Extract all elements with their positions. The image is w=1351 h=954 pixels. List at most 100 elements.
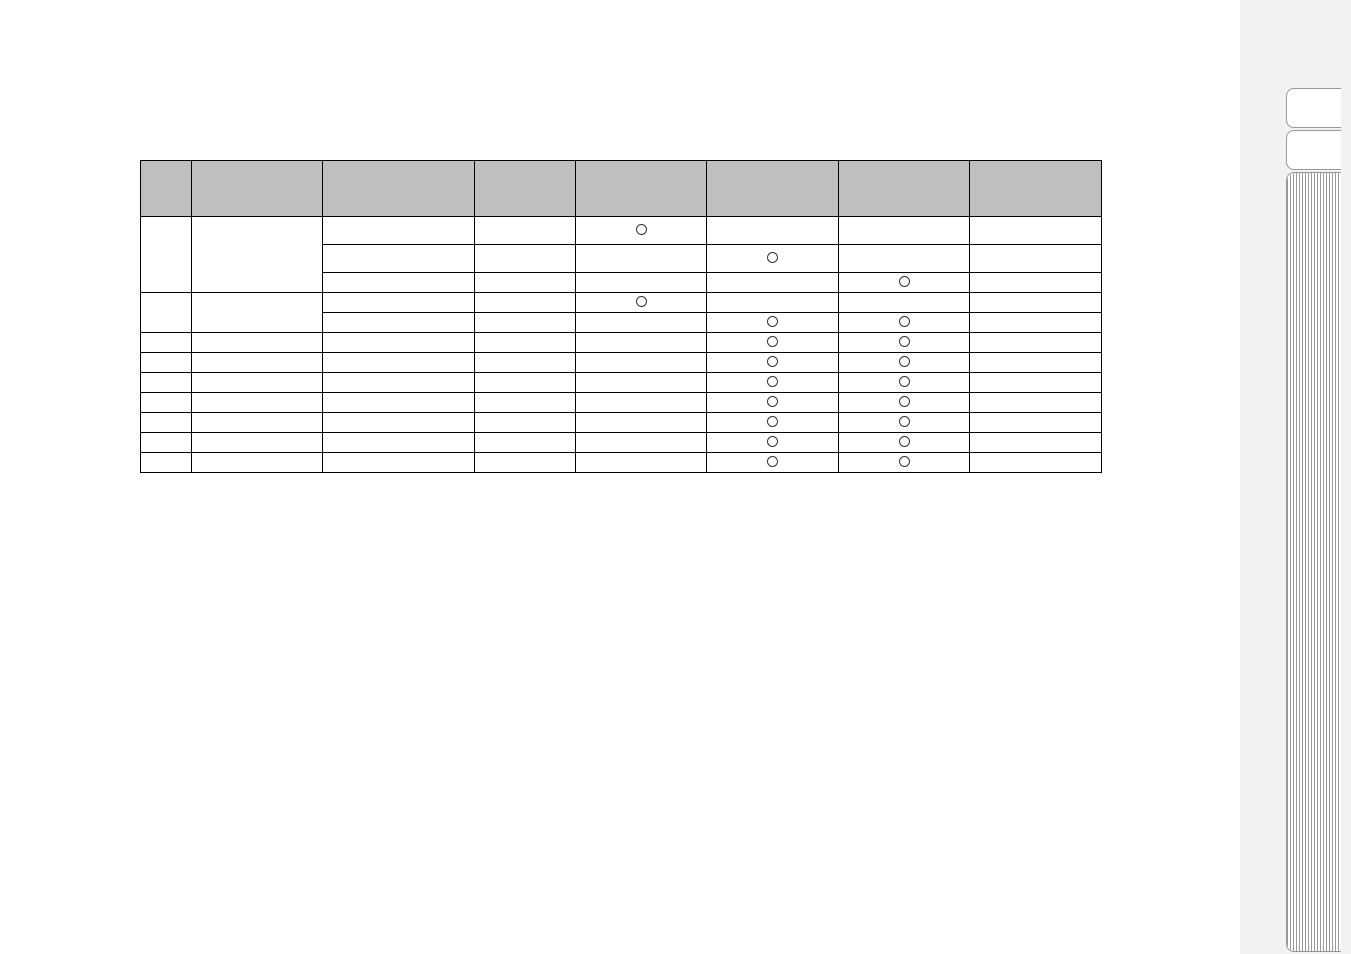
circle-icon <box>899 376 910 387</box>
cell <box>474 413 575 433</box>
cell <box>838 333 970 353</box>
cell <box>191 393 323 413</box>
cell <box>575 313 707 333</box>
cell <box>141 333 192 353</box>
cell <box>141 293 192 333</box>
cell <box>141 373 192 393</box>
cell <box>575 293 707 313</box>
table-row <box>141 353 1102 373</box>
cell <box>838 273 970 293</box>
table-row <box>141 373 1102 393</box>
cell <box>474 393 575 413</box>
col-header-1 <box>191 161 323 217</box>
cell <box>474 333 575 353</box>
cell <box>838 353 970 373</box>
circle-icon <box>767 416 778 427</box>
cell <box>838 393 970 413</box>
col-header-0 <box>141 161 192 217</box>
col-header-4 <box>575 161 707 217</box>
side-tab-0[interactable] <box>1286 88 1341 128</box>
cell <box>970 333 1102 353</box>
cell <box>191 293 323 333</box>
circle-icon <box>767 436 778 447</box>
cell <box>191 453 323 473</box>
cell <box>970 373 1102 393</box>
table-row <box>141 293 1102 313</box>
cell <box>323 313 475 333</box>
cell <box>838 373 970 393</box>
cell <box>474 217 575 245</box>
cell <box>323 453 475 473</box>
cell <box>575 413 707 433</box>
cell <box>575 217 707 245</box>
cell <box>191 333 323 353</box>
cell <box>970 313 1102 333</box>
circle-icon <box>899 456 910 467</box>
cell <box>838 433 970 453</box>
table-row <box>141 413 1102 433</box>
col-header-3 <box>474 161 575 217</box>
cell <box>970 273 1102 293</box>
circle-icon <box>767 456 778 467</box>
circle-icon <box>767 316 778 327</box>
cell <box>323 373 475 393</box>
cell <box>191 433 323 453</box>
cell <box>575 273 707 293</box>
data-table <box>140 160 1102 473</box>
circle-icon <box>767 356 778 367</box>
cell <box>141 453 192 473</box>
cell <box>838 453 970 473</box>
cell <box>474 273 575 293</box>
table-row <box>141 393 1102 413</box>
circle-icon <box>899 336 910 347</box>
cell <box>141 413 192 433</box>
cell <box>707 245 839 273</box>
cell <box>707 273 839 293</box>
cell <box>707 433 839 453</box>
table-row <box>141 433 1102 453</box>
cell <box>323 333 475 353</box>
circle-icon <box>899 316 910 327</box>
cell <box>970 217 1102 245</box>
col-header-7 <box>970 161 1102 217</box>
cell <box>323 273 475 293</box>
cell <box>970 433 1102 453</box>
table-row <box>141 453 1102 473</box>
side-tab-2[interactable] <box>1286 172 1341 952</box>
circle-icon <box>767 376 778 387</box>
cell <box>474 293 575 313</box>
cell <box>191 353 323 373</box>
side-tab-1[interactable] <box>1286 130 1341 170</box>
cell <box>191 217 323 293</box>
cell <box>575 353 707 373</box>
cell <box>707 313 839 333</box>
cell <box>707 333 839 353</box>
circle-icon <box>767 252 778 263</box>
cell <box>575 433 707 453</box>
sheet <box>0 0 1240 954</box>
col-header-5 <box>707 161 839 217</box>
circle-icon <box>767 396 778 407</box>
cell <box>838 293 970 313</box>
col-header-2 <box>323 161 475 217</box>
cell <box>141 353 192 373</box>
table-body <box>141 217 1102 473</box>
cell <box>707 413 839 433</box>
cell <box>575 333 707 353</box>
cell <box>323 293 475 313</box>
cell <box>970 353 1102 373</box>
cell <box>707 453 839 473</box>
cell <box>838 217 970 245</box>
cell <box>970 293 1102 313</box>
cell <box>970 245 1102 273</box>
cell <box>141 217 192 293</box>
side-tabs <box>1286 88 1341 898</box>
circle-icon <box>767 336 778 347</box>
cell <box>474 313 575 333</box>
cell <box>575 453 707 473</box>
cell <box>707 293 839 313</box>
page <box>0 0 1351 954</box>
cell <box>707 373 839 393</box>
cell <box>970 413 1102 433</box>
cell <box>707 217 839 245</box>
